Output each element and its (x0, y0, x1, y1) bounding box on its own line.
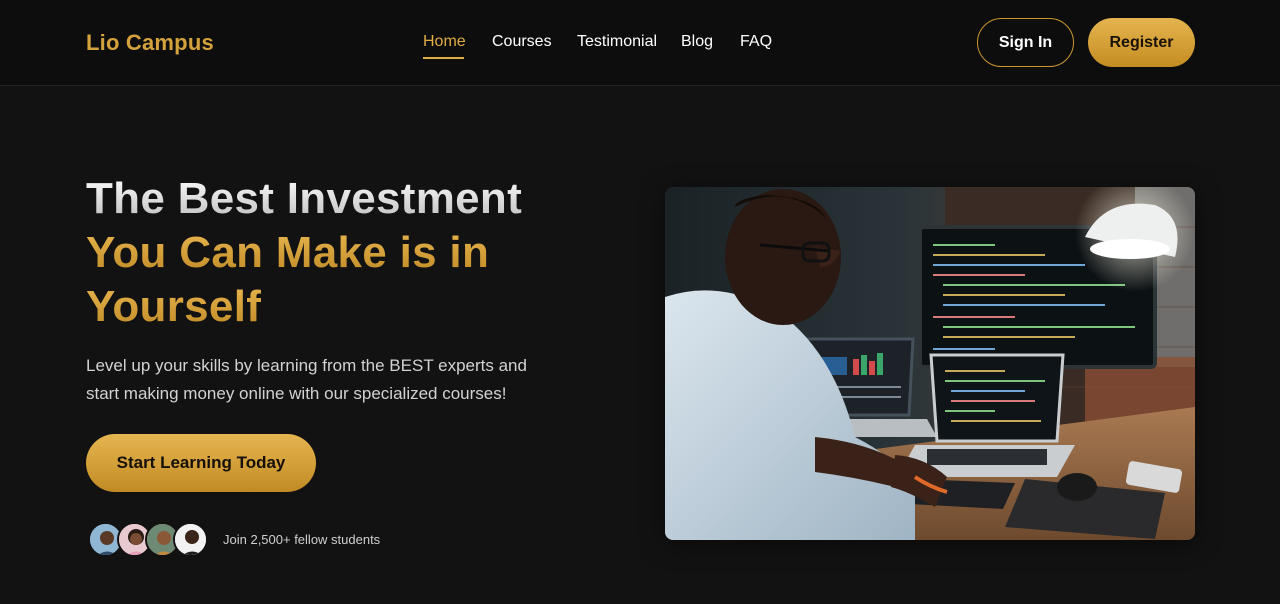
hero-title-line-1: The Best Investment (86, 174, 523, 223)
hero-subtitle: Level up your skills by learning from th… (86, 356, 527, 403)
person-coding-photo (665, 187, 1195, 540)
nav-home[interactable]: Home (423, 33, 466, 51)
nav-active-indicator (423, 57, 464, 59)
hero-title-line-2: You Can Make is in (86, 228, 490, 277)
hero-image (665, 187, 1195, 540)
student-avatars (88, 522, 218, 558)
avatar (173, 522, 208, 557)
site-header: Lio Campus Home Courses Testimonial Blog… (0, 0, 1280, 86)
nav-courses[interactable]: Courses (492, 33, 552, 51)
hero-title-line-3: Yourself (86, 282, 262, 331)
nav-blog[interactable]: Blog (681, 33, 713, 51)
nav-testimonial[interactable]: Testimonial (577, 33, 657, 51)
sign-in-button[interactable]: Sign In (977, 18, 1074, 67)
register-button[interactable]: Register (1088, 18, 1195, 67)
nav-faq[interactable]: FAQ (740, 33, 772, 51)
hero-title: The Best Investment You Can Make is in Y… (86, 172, 646, 334)
start-learning-button[interactable]: Start Learning Today (86, 434, 316, 492)
join-students-text: Join 2,500+ fellow students (223, 532, 381, 547)
logo[interactable]: Lio Campus (86, 30, 214, 56)
